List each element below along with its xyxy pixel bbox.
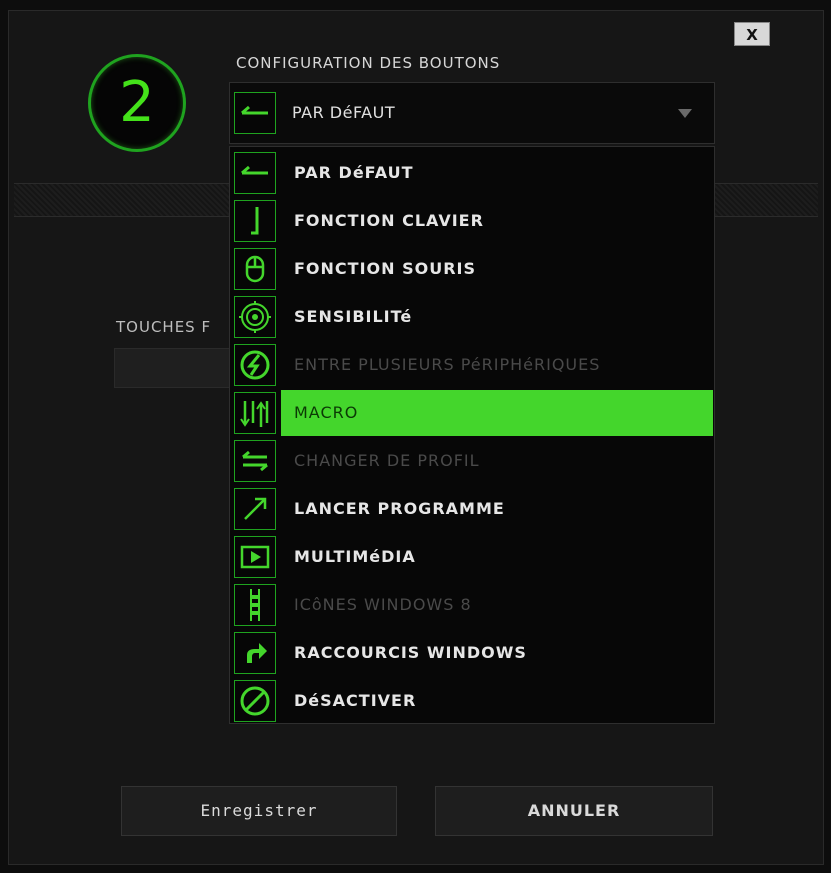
sensitivity-target-icon (234, 296, 276, 338)
default-arrow-icon (234, 152, 276, 194)
menu-item-lancer-programme[interactable]: LANCER PROGRAMME (230, 485, 714, 533)
menu-item-label: MACRO (294, 403, 359, 422)
menu-item-sensibilite[interactable]: SENSIBILITé (230, 293, 714, 341)
function-dropdown-menu: PAR DéFAUT FONCTION CLAVIER FONCTION SOU… (229, 146, 715, 724)
menu-item-label: MULTIMéDIA (294, 547, 416, 566)
function-select[interactable]: PAR DéFAUT (229, 82, 715, 144)
menu-item-label: DéSACTIVER (294, 691, 417, 710)
button-number-badge: 2 (88, 54, 186, 152)
hidden-section-field (114, 348, 234, 388)
menu-item-macro[interactable]: MACRO (230, 389, 714, 437)
mouse-icon (234, 248, 276, 290)
switch-profile-icon (234, 440, 276, 482)
windows-shortcut-icon (234, 632, 276, 674)
menu-item-entre-peripheriques[interactable]: ENTRE PLUSIEURS PéRIPHéRIQUES (230, 341, 714, 389)
macro-icon (234, 392, 276, 434)
select-value: PAR DéFAUT (292, 103, 396, 122)
section-title: CONFIGURATION DES BOUTONS (236, 54, 501, 72)
menu-item-label: SENSIBILITé (294, 307, 413, 326)
menu-item-fonction-clavier[interactable]: FONCTION CLAVIER (230, 197, 714, 245)
menu-item-fonction-souris[interactable]: FONCTION SOURIS (230, 245, 714, 293)
button-number: 2 (119, 70, 155, 135)
multimedia-play-icon (234, 536, 276, 578)
menu-item-label: ENTRE PLUSIEURS PéRIPHéRIQUES (294, 355, 601, 374)
menu-item-label: FONCTION CLAVIER (294, 211, 484, 230)
windows8-charms-icon (234, 584, 276, 626)
default-arrow-icon (234, 92, 276, 134)
menu-item-label: PAR DéFAUT (294, 163, 414, 182)
cancel-button[interactable]: ANNULER (435, 786, 713, 836)
inter-device-icon (234, 344, 276, 386)
menu-item-icones-windows-8[interactable]: ICôNES WINDOWS 8 (230, 581, 714, 629)
keyboard-function-icon (234, 200, 276, 242)
launch-program-icon (234, 488, 276, 530)
menu-item-label: CHANGER DE PROFIL (294, 451, 480, 470)
menu-item-raccourcis-windows[interactable]: RACCOURCIS WINDOWS (230, 629, 714, 677)
hidden-section-label: TOUCHES F (116, 318, 212, 336)
disable-icon (234, 680, 276, 722)
menu-item-multimedia[interactable]: MULTIMéDIA (230, 533, 714, 581)
menu-item-label: LANCER PROGRAMME (294, 499, 505, 518)
menu-item-par-defaut[interactable]: PAR DéFAUT (230, 149, 714, 197)
menu-item-label: RACCOURCIS WINDOWS (294, 643, 527, 662)
close-button[interactable]: X (734, 22, 770, 46)
menu-item-changer-profil[interactable]: CHANGER DE PROFIL (230, 437, 714, 485)
menu-item-desactiver[interactable]: DéSACTIVER (230, 677, 714, 725)
menu-item-label: FONCTION SOURIS (294, 259, 477, 278)
chevron-down-icon[interactable] (678, 109, 692, 118)
menu-item-label: ICôNES WINDOWS 8 (294, 595, 472, 614)
save-button[interactable]: Enregistrer (121, 786, 397, 836)
